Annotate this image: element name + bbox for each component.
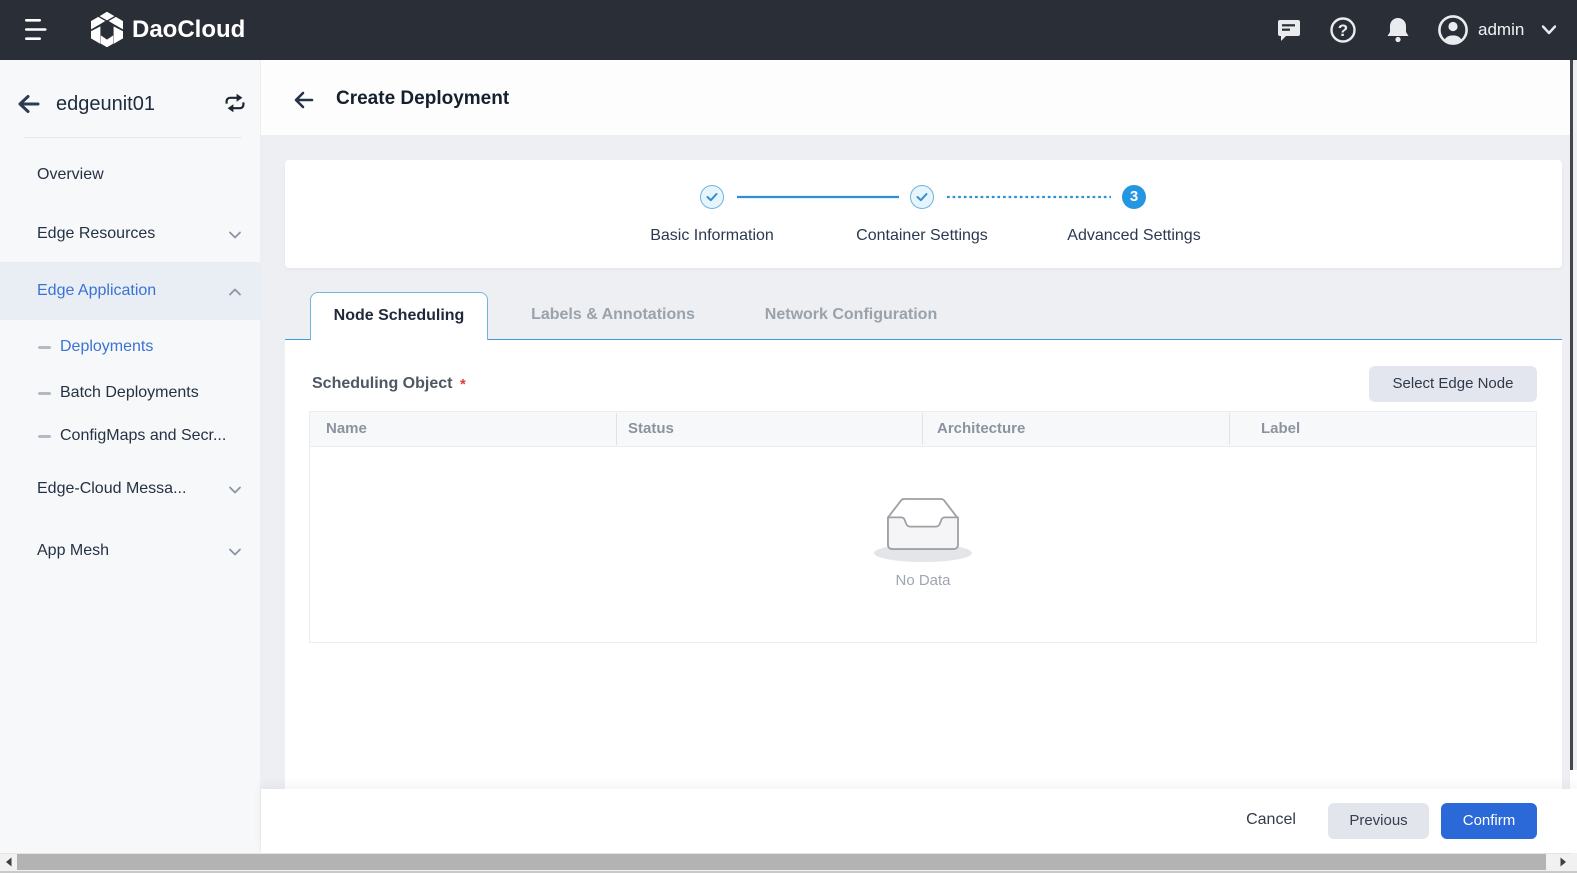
svg-text:?: ? (1338, 21, 1348, 40)
